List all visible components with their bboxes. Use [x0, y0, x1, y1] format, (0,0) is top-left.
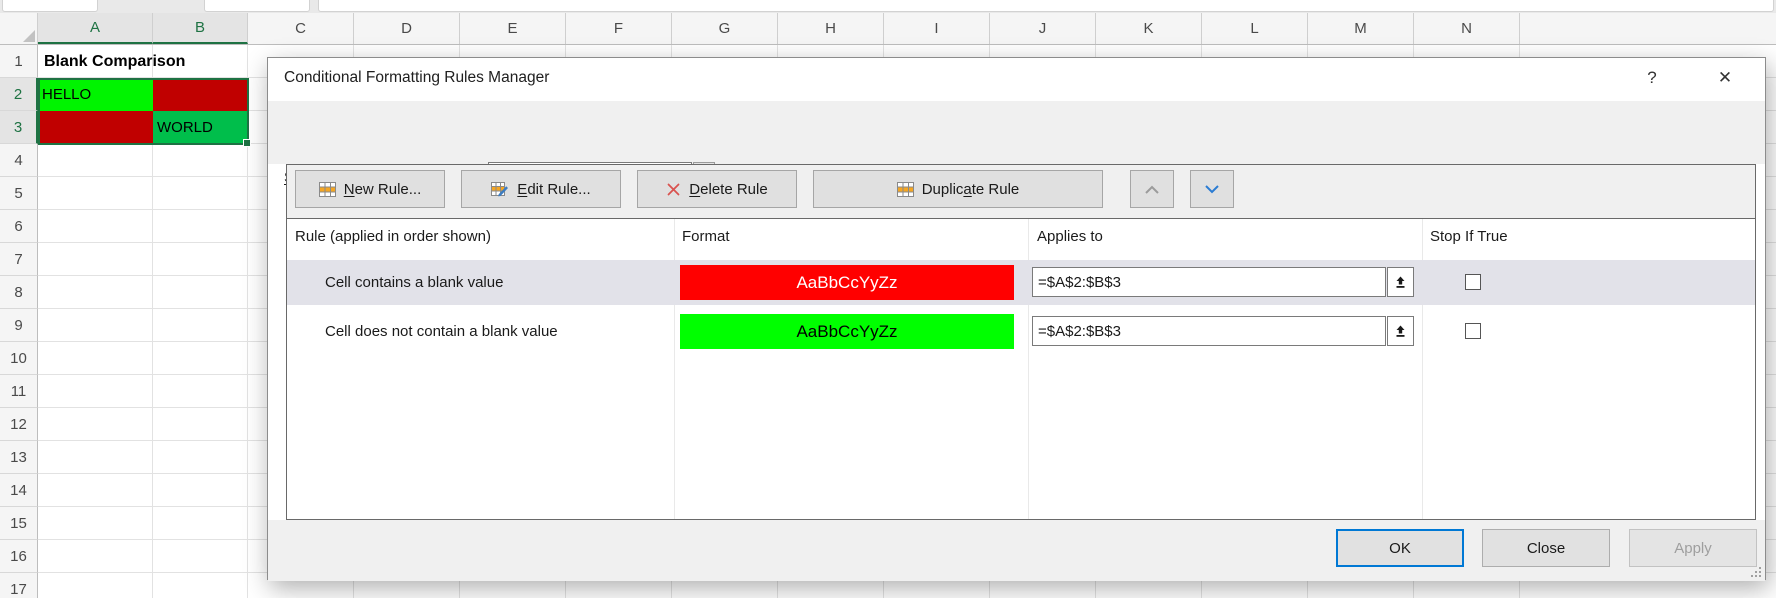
- column-header-C[interactable]: C: [248, 13, 354, 44]
- column-header-N[interactable]: N: [1414, 13, 1520, 44]
- rule-row-1[interactable]: Cell contains a blank value AaBbCcYyZz: [287, 260, 1755, 305]
- duplicate-rule-label: Duplicate Rule: [922, 181, 1020, 198]
- chevron-down-icon: [1204, 185, 1220, 194]
- row-header-2[interactable]: 2: [0, 78, 38, 111]
- new-rule-button[interactable]: New Rule...: [295, 170, 445, 208]
- column-header-M[interactable]: M: [1308, 13, 1414, 44]
- row-header-10[interactable]: 10: [0, 342, 38, 375]
- col-header-stop-if-true: Stop If True: [1430, 228, 1508, 245]
- chevron-up-icon: [1144, 185, 1160, 194]
- column-header-J[interactable]: J: [990, 13, 1096, 44]
- column-header-K[interactable]: K: [1096, 13, 1202, 44]
- help-button[interactable]: ?: [1638, 64, 1666, 92]
- close-icon[interactable]: ✕: [1711, 64, 1739, 92]
- close-button[interactable]: Close: [1482, 529, 1610, 567]
- row-header-11[interactable]: 11: [0, 375, 38, 408]
- cell-A3[interactable]: [38, 111, 153, 144]
- cell-A2[interactable]: HELLO: [38, 78, 153, 111]
- row-header-9[interactable]: 9: [0, 309, 38, 342]
- select-all-button[interactable]: [0, 13, 38, 45]
- rule-format-preview: AaBbCcYyZz: [680, 265, 1014, 300]
- row-header-4[interactable]: 4: [0, 144, 38, 177]
- row-header-6[interactable]: 6: [0, 210, 38, 243]
- row-header-15[interactable]: 15: [0, 507, 38, 540]
- collapse-range-icon: [1394, 276, 1407, 289]
- col-header-applies-to: Applies to: [1037, 228, 1103, 245]
- row-header-3[interactable]: 3: [0, 111, 38, 144]
- column-header-E[interactable]: E: [460, 13, 566, 44]
- row-header-17[interactable]: 17: [0, 573, 38, 598]
- collapse-range-icon: [1394, 325, 1407, 338]
- column-headers: ABCDEFGHIJKLMN: [0, 13, 1776, 45]
- ok-button[interactable]: OK: [1336, 529, 1464, 567]
- delete-rule-label: Delete Rule: [689, 181, 767, 198]
- row-header-16[interactable]: 16: [0, 540, 38, 573]
- applies-to-input[interactable]: [1032, 316, 1386, 346]
- rule-name: Cell does not contain a blank value: [325, 309, 558, 354]
- dialog-footer: OK Close Apply: [268, 520, 1765, 581]
- row-header-1[interactable]: 1: [0, 45, 38, 78]
- rule-format-preview: AaBbCcYyZz: [680, 314, 1014, 349]
- column-header-L[interactable]: L: [1202, 13, 1308, 44]
- formula-bar[interactable]: [318, 0, 1774, 12]
- edit-rule-label: Edit Rule...: [517, 181, 590, 198]
- rule-name: Cell contains a blank value: [325, 260, 503, 305]
- row-header-5[interactable]: 5: [0, 177, 38, 210]
- name-box[interactable]: [2, 0, 98, 12]
- row-header-8[interactable]: 8: [0, 276, 38, 309]
- rule-row-2[interactable]: Cell does not contain a blank value AaBb…: [287, 309, 1755, 354]
- cell-A1[interactable]: Blank Comparison: [40, 45, 270, 78]
- cell-B3[interactable]: WORLD: [153, 111, 248, 144]
- col-header-format: Format: [682, 228, 730, 245]
- resize-grip[interactable]: [1750, 566, 1762, 578]
- duplicate-rule-button[interactable]: Duplicate Rule: [813, 170, 1103, 208]
- cell-B2[interactable]: [153, 78, 248, 111]
- delete-rule-button[interactable]: Delete Rule: [637, 170, 797, 208]
- column-header-H[interactable]: H: [778, 13, 884, 44]
- red-x-icon: [666, 182, 681, 197]
- conditional-formatting-rules-manager-dialog: Conditional Formatting Rules Manager ? ✕…: [267, 57, 1766, 580]
- row-header-13[interactable]: 13: [0, 441, 38, 474]
- col-header-rule: Rule (applied in order shown): [295, 228, 491, 245]
- collapse-dialog-button[interactable]: [1387, 316, 1414, 346]
- move-rule-down-button[interactable]: [1190, 170, 1234, 208]
- collapse-dialog-button[interactable]: [1387, 267, 1414, 297]
- row-header-12[interactable]: 12: [0, 408, 38, 441]
- row-header-7[interactable]: 7: [0, 243, 38, 276]
- stop-if-true-checkbox[interactable]: [1465, 274, 1481, 290]
- column-header-F[interactable]: F: [566, 13, 672, 44]
- excel-window: ABCDEFGHIJKLMN 1234567891011121314151617…: [0, 0, 1776, 598]
- show-rules-band: Show formatting rules for: Current Selec…: [268, 101, 1765, 164]
- formula-bar-strip: [0, 0, 1776, 13]
- table-grid-icon: [319, 182, 336, 197]
- fx-box[interactable]: [204, 0, 310, 12]
- rules-list: Rule (applied in order shown) Format App…: [287, 218, 1755, 519]
- table-grid-icon: [897, 182, 914, 197]
- edit-rule-button[interactable]: Edit Rule...: [461, 170, 621, 208]
- new-rule-label: New Rule...: [344, 181, 422, 198]
- dialog-title: Conditional Formatting Rules Manager: [284, 69, 549, 87]
- move-rule-up-button[interactable]: [1130, 170, 1174, 208]
- column-header-B[interactable]: B: [153, 13, 248, 44]
- stop-if-true-checkbox[interactable]: [1465, 323, 1481, 339]
- applies-to-input[interactable]: [1032, 267, 1386, 297]
- column-header-G[interactable]: G: [672, 13, 778, 44]
- fill-handle[interactable]: [243, 139, 251, 147]
- row-header-14[interactable]: 14: [0, 474, 38, 507]
- select-all-triangle-icon: [23, 30, 35, 42]
- column-header-A[interactable]: A: [38, 13, 153, 44]
- column-header-I[interactable]: I: [884, 13, 990, 44]
- column-header-D[interactable]: D: [354, 13, 460, 44]
- apply-button[interactable]: Apply: [1629, 529, 1757, 567]
- rules-panel: New Rule... Edit Rule... Delete Rule: [286, 164, 1756, 520]
- edit-table-pencil-icon: [491, 182, 509, 197]
